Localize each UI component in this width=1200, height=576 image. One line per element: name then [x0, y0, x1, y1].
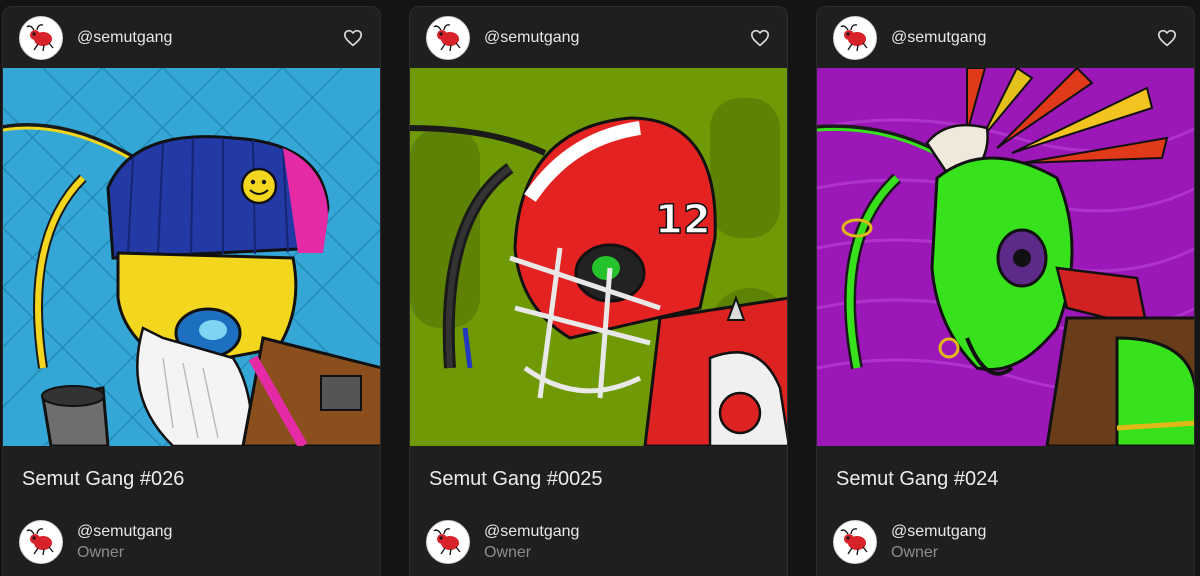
- creator-handle[interactable]: @semutgang: [77, 29, 342, 47]
- creator-handle[interactable]: @semutgang: [891, 29, 1156, 47]
- like-button[interactable]: [342, 27, 364, 49]
- owner-handle[interactable]: @semutgang: [484, 521, 579, 542]
- ant-with-beanie-and-beard-artwork[interactable]: [3, 68, 380, 446]
- card-header: @semutgang: [410, 7, 787, 68]
- card-header: @semutgang: [3, 7, 380, 68]
- owner-row: @semutgang Owner: [3, 512, 380, 572]
- owner-avatar[interactable]: [833, 520, 877, 564]
- red-ant-logo-icon: [432, 21, 464, 54]
- nft-title[interactable]: Semut Gang #024: [817, 446, 1194, 512]
- owner-row: @semutgang Owner: [817, 512, 1194, 572]
- owner-role-label: Owner: [484, 544, 532, 561]
- red-ant-logo-icon: [25, 21, 57, 54]
- owner-info: @semutgang Owner: [484, 521, 579, 563]
- creator-avatar[interactable]: [426, 15, 470, 60]
- owner-avatar[interactable]: [19, 520, 63, 564]
- nft-title[interactable]: Semut Gang #026: [3, 446, 380, 512]
- owner-role-label: Owner: [891, 544, 939, 561]
- like-button[interactable]: [1156, 27, 1178, 49]
- heart-outline-icon: [1158, 29, 1176, 46]
- owner-role-label: Owner: [77, 544, 125, 561]
- nft-title[interactable]: Semut Gang #0025: [410, 446, 787, 512]
- owner-handle[interactable]: @semutgang: [891, 521, 986, 542]
- owner-row: @semutgang Owner: [410, 512, 787, 572]
- owner-avatar[interactable]: [426, 520, 470, 564]
- nft-card-grid: @semutgang Semut Gang #026 @semutgang Ow…: [0, 0, 1200, 576]
- card-header: @semutgang: [817, 7, 1194, 68]
- heart-outline-icon: [344, 29, 362, 46]
- like-button[interactable]: [749, 27, 771, 49]
- ant-with-football-helmet-artwork[interactable]: 12: [410, 68, 787, 446]
- nft-card[interactable]: @semutgang: [816, 6, 1195, 576]
- creator-handle[interactable]: @semutgang: [484, 29, 749, 47]
- svg-text:12: 12: [655, 197, 711, 243]
- creator-avatar[interactable]: [19, 15, 63, 60]
- owner-handle[interactable]: @semutgang: [77, 521, 172, 542]
- red-ant-logo-icon: [25, 526, 57, 558]
- red-ant-logo-icon: [839, 526, 871, 558]
- nft-card[interactable]: @semutgang 12 Semut Gang #0025 @semutgan…: [409, 6, 788, 576]
- owner-info: @semutgang Owner: [77, 521, 172, 563]
- red-ant-logo-icon: [432, 526, 464, 558]
- nft-card[interactable]: @semutgang: [2, 6, 381, 576]
- ant-with-feather-headdress-artwork[interactable]: [817, 68, 1194, 446]
- heart-outline-icon: [750, 29, 769, 46]
- owner-info: @semutgang Owner: [891, 521, 986, 563]
- creator-avatar[interactable]: [833, 15, 877, 60]
- red-ant-logo-icon: [839, 21, 871, 54]
